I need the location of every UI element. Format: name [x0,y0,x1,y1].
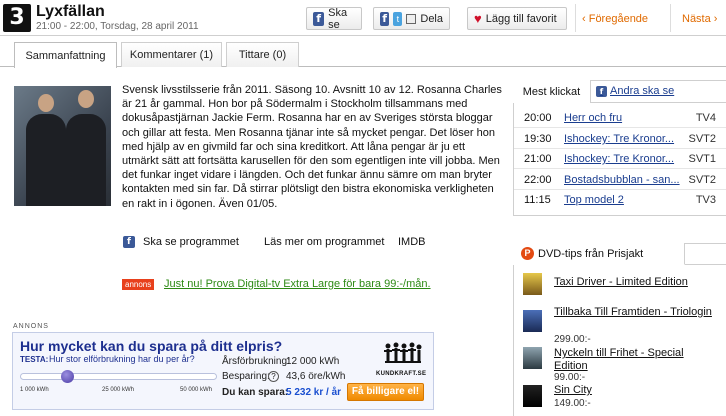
tab-kommentarer[interactable]: Kommentarer (1) [121,42,222,67]
channel-logo: 3 [3,4,31,32]
dvd-title-link[interactable]: Nyckeln till Frihet - Special Edition [554,347,720,373]
ad-question: Hur stor elförbrukning har du per år? [49,354,195,364]
previous-link[interactable]: ‹ Föregående [582,13,648,25]
schedule-time: 22:00 [524,174,552,186]
dvd-title-link[interactable]: Tillbaka Till Framtiden - Triologin [554,306,720,319]
dvd-cover-image[interactable] [523,347,542,369]
dvd-price: 99.00:- [554,372,586,383]
dvd-price: 299.00:- [554,334,591,345]
schedule-row[interactable]: 22:00 Bostadsbubblan - san... SVT2 [514,171,726,190]
share-label: Dela [420,12,443,25]
schedule-channel: SVT2 [688,174,716,186]
dvd-title-link[interactable]: Sin City [554,384,720,397]
schedule-program-link[interactable]: Ishockey: Tre Kronor... [564,133,674,145]
schedule-program-link[interactable]: Bostadsbubblan - san... [564,174,680,186]
heart-icon: ♥ [474,11,482,26]
ska-se-programmet-link[interactable]: f Ska se programmet [123,236,239,248]
ad-question-label: TESTA: [20,355,49,364]
dvd-title-link[interactable]: Taxi Driver - Limited Edition [554,276,720,289]
add-favorite-button[interactable]: ♥ Lägg till favorit [467,7,567,30]
schedule-program-link[interactable]: Herr och fru [564,112,622,124]
page-title: Lyxfällan [36,3,105,20]
schedule-channel: TV4 [695,112,716,124]
kundkraft-logo-icon [384,342,422,363]
promo-link[interactable]: Just nu! Prova Digital-tv Extra Large fö… [164,278,431,290]
dvd-cover-image[interactable] [523,273,542,295]
slider-handle[interactable] [60,370,74,383]
ska-se-button[interactable]: f Ska se [306,6,362,31]
twitter-icon: t [393,11,403,26]
person-figure [26,114,66,206]
schedule-row[interactable]: 20:00 Herr och fru TV4 [514,109,726,128]
slider-tick-label: 25 000 kWh [102,387,135,393]
facebook-icon: f [380,11,390,26]
schedule-row[interactable]: 19:30 Ishockey: Tre Kronor... SVT2 [514,130,726,149]
dvd-price: 149.00:- [554,398,591,409]
annual-consumption-label: Årsförbrukning: [222,356,290,367]
savings-label: Besparing: [222,371,270,382]
schedule-time: 21:00 [524,153,552,165]
schedule-channel: SVT2 [688,133,716,145]
facebook-icon: f [313,11,325,26]
schedule-program-link[interactable]: Ishockey: Tre Kronor... [564,153,674,165]
divider [591,102,726,103]
divider [685,264,726,265]
consumption-slider[interactable] [20,373,217,380]
prisjakt-icon: P [521,247,534,260]
ska-se-label: Ska se [328,6,348,31]
schedule-program-link[interactable]: Top model 2 [564,194,624,206]
dvd-cover-image[interactable] [523,385,542,407]
schedule-channel: TV3 [695,194,716,206]
person-figure [66,114,106,206]
savings-value: 43,6 öre/kWh [286,371,346,382]
airtime-text: 21:00 - 22:00, Torsdag, 28 april 2011 [36,21,199,32]
ad-title: Hur mycket kan du spara på ditt elpris? [20,338,283,354]
slider-tick-label: 50 000 kWh [180,387,213,393]
save-value: 5 232 kr / år [286,387,342,398]
ad-brand: KUNDKRAFT.SE [376,371,427,377]
schedule-time: 11:15 [524,194,551,206]
facebook-icon: f [596,85,607,97]
save-label: Du kan spara: [222,387,289,398]
next-link[interactable]: Nästa › [682,13,717,25]
tab-sammanfattning[interactable]: Sammanfattning [14,42,117,68]
schedule-row[interactable]: 11:15 Top model 2 TV3 [514,191,726,210]
program-photo [14,86,111,206]
favorite-label: Lägg till favorit [485,12,557,25]
annual-consumption-value: 12 000 kWh [286,356,340,367]
help-icon[interactable]: ? [268,371,279,382]
tab-bar: Sammanfattning Kommentarer (1) Tittare (… [0,40,726,68]
dvd-cover-image[interactable] [523,310,542,332]
tab-tittare[interactable]: Tittare (0) [226,42,299,67]
read-more-link[interactable]: Läs mer om programmet [264,236,384,248]
mail-icon [406,13,417,24]
schedule-channel: SVT1 [688,153,716,165]
divider [575,4,576,32]
schedule-time: 19:30 [524,133,552,145]
schedule-row[interactable]: 21:00 Ishockey: Tre Kronor... SVT1 [514,150,726,169]
tab-andra-ska-se[interactable]: f Andra ska se [596,85,674,97]
cta-button[interactable]: Få billigare el! [347,383,424,401]
dvd-tab-label: DVD-tips från Prisjakt [538,247,644,260]
slider-tick-label: 1 000 kWh [20,387,49,393]
share-button[interactable]: f t Dela [373,7,450,30]
person-head [38,94,54,112]
facebook-icon: f [123,236,135,248]
imdb-link[interactable]: IMDB [398,236,426,248]
schedule-time: 20:00 [524,112,552,124]
divider [670,4,671,32]
tab-andra-ska-se-label: Andra ska se [610,85,675,97]
person-head [78,90,94,108]
program-description: Svensk livsstilsserie från 2011. Säsong … [122,84,502,210]
ska-se-programmet-label: Ska se programmet [143,236,239,248]
tab-mest-klickat[interactable]: Mest klickat [513,80,591,103]
ad-badge: annons [122,279,155,290]
ad-label: ANNONS [13,323,49,330]
tab-dvd-tips[interactable]: P DVD-tips från Prisjakt [513,243,685,265]
